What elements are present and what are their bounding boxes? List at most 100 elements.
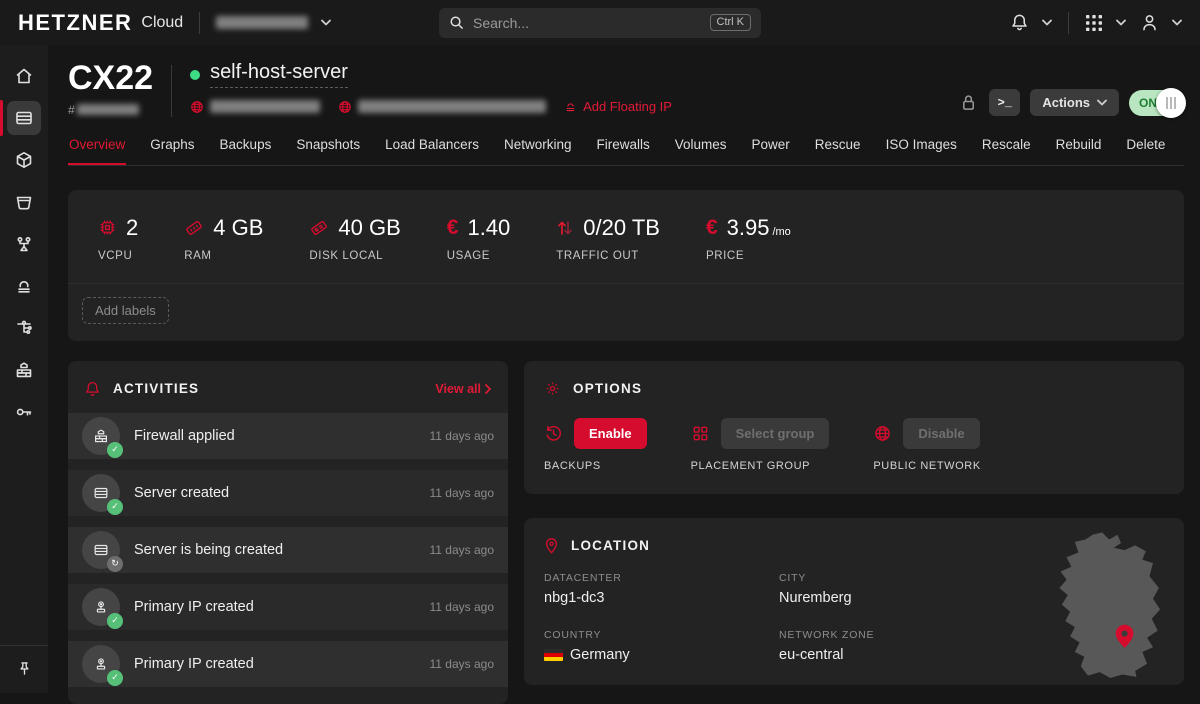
apps-menu[interactable]: [1085, 14, 1126, 32]
activity-time: 11 days ago: [430, 657, 495, 671]
option-label: PUBLIC NETWORK: [873, 460, 980, 472]
network-icon: [7, 311, 41, 345]
ip-pin-icon: [92, 598, 110, 616]
server-name[interactable]: self-host-server: [210, 61, 348, 88]
field-country: COUNTRY Germany: [544, 629, 779, 663]
chevron-right-icon: [484, 384, 492, 394]
options-panel: OPTIONS Enable BACKUPS Select group: [524, 361, 1184, 494]
sidebar-item-firewalls[interactable]: [0, 349, 48, 391]
sidebar: [0, 45, 48, 693]
tab-rescue[interactable]: Rescue: [814, 131, 862, 165]
tab-firewalls[interactable]: Firewalls: [595, 131, 650, 165]
disk-icon: [309, 218, 329, 238]
user-menu[interactable]: [1140, 13, 1182, 32]
tab-rebuild[interactable]: Rebuild: [1055, 131, 1103, 165]
add-labels-button[interactable]: Add labels: [82, 297, 169, 324]
stat-suffix: /mo: [772, 226, 790, 241]
field-network-zone: NETWORK ZONE eu-central: [779, 629, 1014, 663]
floating-ip-icon: [564, 100, 577, 113]
sidebar-item-load-balancers[interactable]: [0, 223, 48, 265]
gear-icon: [544, 380, 561, 397]
enable-backups-button[interactable]: Enable: [574, 418, 647, 449]
sidebar-item-security[interactable]: [0, 391, 48, 433]
activity-row[interactable]: ✓ Primary IP created 11 days ago: [68, 641, 508, 687]
activity-row[interactable]: ↻ Server is being created 11 days ago: [68, 527, 508, 573]
server-icon: [92, 541, 110, 559]
server-icon: [92, 484, 110, 502]
traffic-arrows-icon: [556, 218, 574, 238]
ipv6-address[interactable]: [338, 100, 546, 114]
stat-disk: 40 GB DISK LOCAL: [309, 215, 400, 262]
tab-delete[interactable]: Delete: [1125, 131, 1166, 165]
floating-ip-icon: [7, 269, 41, 303]
bell-icon: [1010, 13, 1029, 32]
view-all-link[interactable]: View all: [435, 382, 492, 396]
tab-power[interactable]: Power: [751, 131, 791, 165]
stat-label: USAGE: [447, 250, 511, 262]
tab-volumes[interactable]: Volumes: [674, 131, 728, 165]
activity-avatar: ✓: [82, 417, 120, 455]
tab-networking[interactable]: Networking: [503, 131, 573, 165]
server-name-block: self-host-server Add Floating IP: [190, 61, 672, 114]
tab-load-balancers[interactable]: Load Balancers: [384, 131, 480, 165]
field-value: Nuremberg: [779, 590, 1014, 606]
lock-toggle[interactable]: [960, 93, 977, 112]
server-plan: CX22: [68, 61, 153, 97]
sidebar-item-networks[interactable]: [0, 307, 48, 349]
sidebar-item-images[interactable]: [0, 139, 48, 181]
search-placeholder: Search...: [473, 15, 529, 31]
console-button[interactable]: >_: [989, 89, 1020, 116]
sidebar-item-servers[interactable]: [0, 97, 48, 139]
tab-snapshots[interactable]: Snapshots: [295, 131, 361, 165]
bell-icon: [84, 380, 101, 398]
sidebar-item-storage[interactable]: [0, 181, 48, 223]
activity-row[interactable]: ✓ Primary IP created 11 days ago: [68, 584, 508, 630]
germany-flag-icon: [544, 649, 563, 661]
tab-iso-images[interactable]: ISO Images: [885, 131, 958, 165]
sidebar-item-floating-ips[interactable]: [0, 265, 48, 307]
ipv4-address[interactable]: [190, 100, 320, 114]
tab-backups[interactable]: Backups: [219, 131, 273, 165]
location-panel: LOCATION DATACENTER nbg1-dc3 CITY Nuremb…: [524, 518, 1184, 685]
stats-panel: 2 VCPU 4 GB RAM 40 GB DISK LOCAL: [68, 190, 1184, 341]
ram-icon: [184, 218, 204, 238]
server-icon: [7, 101, 41, 135]
stat-price: € 3.95 /mo PRICE: [706, 215, 791, 262]
chevron-down-icon: [1042, 19, 1052, 26]
select-group-button[interactable]: Select group: [721, 418, 830, 449]
activities-title: ACTIVITIES: [113, 381, 199, 396]
server-tabs: Overview Graphs Backups Snapshots Load B…: [68, 131, 1184, 166]
field-label: NETWORK ZONE: [779, 629, 1014, 641]
disable-public-network-button[interactable]: Disable: [903, 418, 979, 449]
globe-icon: [338, 100, 352, 114]
labels-bar: Add labels: [68, 283, 1184, 341]
tab-overview[interactable]: Overview: [68, 131, 126, 165]
power-toggle-knob[interactable]: [1156, 88, 1186, 118]
globe-icon: [873, 424, 892, 443]
notifications-menu[interactable]: [1010, 13, 1052, 32]
redacted-project-name: [216, 16, 308, 29]
main-content: CX22 # self-host-server Add Flo: [48, 45, 1200, 693]
view-all-label: View all: [435, 382, 481, 396]
stat-value: 1.40: [467, 215, 510, 241]
add-floating-ip-link[interactable]: Add Floating IP: [564, 99, 672, 114]
tab-rescale[interactable]: Rescale: [981, 131, 1032, 165]
actions-button[interactable]: Actions: [1030, 89, 1119, 116]
field-value: Germany: [570, 647, 630, 663]
activity-row[interactable]: ✓ Server created 11 days ago: [68, 470, 508, 516]
activity-row[interactable]: ✓ Firewall applied 11 days ago: [68, 413, 508, 459]
activity-time: 11 days ago: [430, 486, 495, 500]
security-key-icon: [7, 395, 41, 429]
sidebar-pin-toggle[interactable]: [0, 645, 48, 693]
search-input[interactable]: Search... Ctrl K: [439, 8, 761, 38]
tab-graphs[interactable]: Graphs: [149, 131, 195, 165]
activity-avatar: ✓: [82, 645, 120, 683]
server-header: CX22 # self-host-server Add Flo: [68, 61, 1184, 117]
power-toggle[interactable]: ON: [1129, 90, 1184, 116]
project-selector[interactable]: [216, 16, 331, 29]
activity-text: Firewall applied: [134, 428, 235, 444]
lock-icon: [960, 93, 977, 112]
chevron-down-icon: [321, 19, 331, 26]
stat-label: TRAFFIC OUT: [556, 250, 660, 262]
sidebar-item-home[interactable]: [0, 55, 48, 97]
